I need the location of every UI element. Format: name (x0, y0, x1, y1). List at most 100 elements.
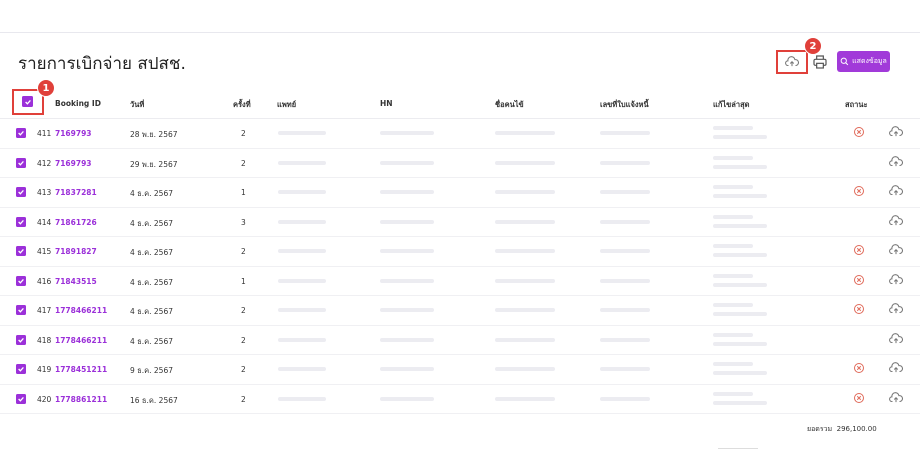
table-row[interactable]: 416 71843515 4 ธ.ค. 2567 1 (0, 266, 920, 296)
row-checkbox[interactable] (16, 157, 26, 168)
row-times: 1 (241, 276, 246, 286)
booking-id-link[interactable]: 71843515 (55, 277, 97, 286)
hn-redacted (380, 337, 434, 342)
booking-id-link[interactable]: 71837281 (55, 188, 97, 197)
row-date: 29 พ.ย. 2567 (130, 159, 178, 169)
cloud-upload-icon (889, 244, 903, 255)
row-number: 417 (37, 306, 52, 315)
col-doctor: แพทย์ (277, 100, 297, 109)
table-header: Booking ID วันที่ ครั้งที่ แพทย์ HN ชื่อ… (0, 88, 920, 119)
last-modified-redacted (713, 362, 753, 366)
show-data-button[interactable]: แสดงข้อมูล (837, 51, 890, 72)
table-row[interactable]: 412 7169793 29 พ.ย. 2567 2 (0, 148, 920, 178)
row-checkbox[interactable] (16, 187, 26, 197)
row-checkbox[interactable] (16, 275, 26, 286)
row-number: 411 (37, 129, 52, 138)
last-modified-redacted (713, 164, 767, 169)
row-checkbox[interactable] (16, 216, 26, 227)
row-upload-button[interactable] (889, 214, 903, 229)
row-date: 4 ธ.ค. 2567 (130, 336, 173, 346)
row-date: 4 ธ.ค. 2567 (130, 189, 173, 198)
row-upload-button[interactable] (889, 126, 903, 140)
row-upload-button[interactable] (889, 244, 903, 258)
last-modified-redacted (713, 223, 767, 228)
status-error-icon (853, 244, 865, 258)
col-times: ครั้งที่ (233, 100, 251, 109)
invoice-number-redacted (600, 367, 650, 371)
check-icon (18, 248, 24, 254)
booking-id-link[interactable]: 71861726 (55, 218, 97, 227)
last-modified-redacted (713, 312, 767, 316)
row-date: 4 ธ.ค. 2567 (130, 218, 173, 228)
patient-name-redacted (495, 219, 555, 224)
row-times: 3 (241, 217, 246, 227)
row-upload-button[interactable] (889, 273, 903, 288)
row-upload-button[interactable] (889, 332, 903, 347)
total-value: 296,100.00 (836, 425, 877, 433)
booking-id-link[interactable]: 1778451211 (55, 365, 107, 374)
last-modified-redacted (713, 155, 753, 160)
table-row[interactable]: 411 7169793 28 พ.ย. 2567 2 (0, 118, 920, 149)
table-row[interactable]: 415 71891827 4 ธ.ค. 2567 2 (0, 236, 920, 267)
table-row[interactable]: 414 71861726 4 ธ.ค. 2567 3 (0, 207, 920, 237)
status-error-icon (853, 392, 865, 406)
invoice-number-redacted (600, 278, 650, 283)
patient-name-redacted (495, 367, 555, 371)
table-row[interactable]: 413 71837281 4 ธ.ค. 2567 1 (0, 177, 920, 208)
last-modified-redacted (713, 126, 753, 130)
print-button[interactable] (811, 52, 829, 72)
invoice-number-redacted (600, 249, 650, 253)
patient-name-redacted (495, 249, 555, 253)
row-checkbox[interactable] (16, 128, 26, 138)
col-invoice-number: เลขที่ใบแจ้งหนี้ (600, 100, 649, 109)
cloud-upload-icon (889, 332, 903, 343)
last-modified-redacted (713, 185, 753, 189)
check-icon (18, 160, 24, 166)
last-modified-redacted (713, 273, 753, 278)
table-row[interactable]: 418 1778466211 4 ธ.ค. 2567 2 (0, 325, 920, 355)
booking-id-link[interactable]: 1778861211 (55, 395, 107, 404)
table-row[interactable]: 419 1778451211 9 ธ.ค. 2567 2 (0, 354, 920, 385)
row-checkbox[interactable] (16, 334, 26, 345)
doctor-redacted (278, 219, 326, 224)
booking-id-link[interactable]: 71891827 (55, 247, 97, 256)
top-divider (0, 32, 920, 33)
row-upload-button[interactable] (889, 155, 903, 170)
check-icon (18, 130, 24, 136)
booking-id-link[interactable]: 1778466211 (55, 336, 107, 345)
cloud-upload-icon (889, 273, 903, 284)
row-times: 2 (241, 158, 246, 168)
last-modified-redacted (713, 341, 767, 346)
upload-all-button[interactable] (776, 50, 808, 74)
table-row[interactable]: 420 1778861211 16 ธ.ค. 2567 2 (0, 384, 920, 414)
table-row[interactable]: 417 1778466211 4 ธ.ค. 2567 2 (0, 295, 920, 326)
select-all-checkbox[interactable] (22, 96, 33, 107)
row-checkbox[interactable] (16, 364, 26, 374)
booking-id-link[interactable]: 1778466211 (55, 306, 107, 315)
check-icon (24, 99, 31, 105)
row-date: 16 ธ.ค. 2567 (130, 395, 178, 405)
row-checkbox[interactable] (16, 305, 26, 315)
row-times: 2 (241, 247, 246, 256)
hn-redacted (380, 160, 434, 165)
patient-name-redacted (495, 190, 555, 194)
row-upload-button[interactable] (889, 185, 903, 199)
printer-icon (813, 55, 827, 69)
invoice-number-redacted (600, 131, 650, 135)
row-times: 2 (241, 335, 246, 345)
hn-redacted (380, 131, 434, 135)
last-modified-redacted (713, 244, 753, 248)
hn-redacted (380, 367, 434, 371)
booking-id-link[interactable]: 7169793 (55, 159, 92, 168)
row-date: 28 พ.ย. 2567 (130, 130, 178, 139)
last-modified-redacted (713, 303, 753, 307)
last-modified-redacted (713, 400, 767, 405)
row-upload-button[interactable] (889, 362, 903, 376)
row-checkbox[interactable] (16, 246, 26, 256)
row-number: 419 (37, 365, 52, 374)
row-checkbox[interactable] (16, 393, 26, 404)
booking-id-link[interactable]: 7169793 (55, 129, 92, 138)
row-upload-button[interactable] (889, 303, 903, 317)
row-upload-button[interactable] (889, 391, 903, 406)
check-icon (18, 396, 24, 402)
